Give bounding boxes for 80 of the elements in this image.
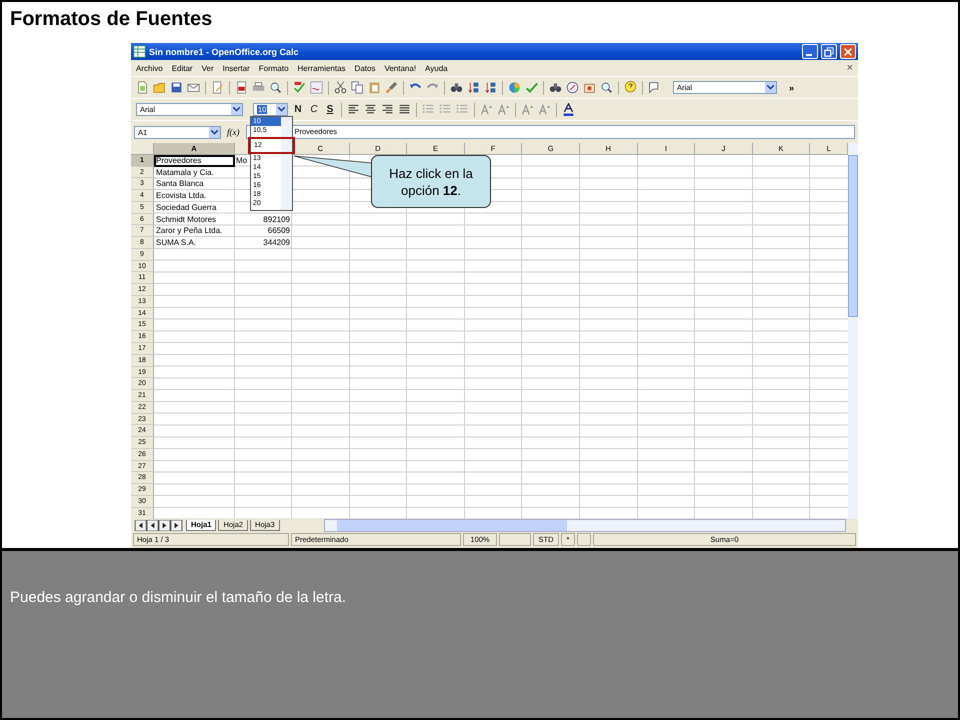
dropdown-arrow-icon — [765, 82, 776, 93]
table-cell-text: Schmidt Motores — [155, 214, 218, 226]
dropdown-arrow-icon — [209, 126, 220, 138]
font-grow-icon[interactable] — [521, 103, 534, 116]
table-cell-text: 344209 — [262, 237, 291, 249]
close-icon — [843, 46, 853, 56]
table-cell-text: Sociedad Guerra — [155, 202, 218, 214]
callout-tooltip: Haz click en la opción 12. — [371, 155, 491, 208]
minimize-button[interactable] — [802, 44, 818, 59]
format-button[interactable]: S — [324, 104, 336, 115]
table-cell-text: Santa Blanca — [155, 178, 205, 190]
table-cell: Proveedores — [154, 154, 235, 167]
restore-button[interactable] — [821, 44, 837, 59]
caption: Puedes agrandar o disminuir el tamaño de la letra. — [9, 588, 348, 606]
folder-icon[interactable] — [153, 81, 166, 94]
floppy-icon[interactable] — [170, 81, 183, 94]
menu-item[interactable]: Ver — [202, 64, 214, 72]
menu-item[interactable]: Datos — [354, 64, 376, 72]
status-field — [577, 533, 591, 546]
align-right-icon[interactable] — [381, 103, 394, 116]
scissors-icon[interactable] — [334, 81, 347, 94]
table-cell-text: SUMA S.A. — [155, 237, 198, 249]
window-title: Sin nombre1 - OpenOffice.org Calc — [149, 46, 299, 56]
status-field — [499, 533, 531, 546]
spellcheck-icon[interactable] — [293, 81, 306, 94]
menu-item[interactable]: Formato — [258, 64, 289, 72]
menu-item[interactable]: Insertar — [222, 64, 250, 72]
check-icon[interactable] — [525, 81, 538, 94]
function-wizard-button[interactable]: f(x) — [227, 127, 240, 137]
font-grow-icon[interactable] — [480, 103, 493, 116]
dropdown-arrow-icon — [276, 104, 287, 115]
table-cell-text: Mo — [235, 154, 248, 167]
sheet-navigation-icon[interactable] — [134, 520, 184, 531]
format-button[interactable]: C — [308, 104, 320, 115]
magnifier-icon[interactable] — [269, 81, 282, 94]
align-center-icon[interactable] — [364, 103, 377, 116]
envelope-icon[interactable] — [187, 81, 200, 94]
dropdown-arrow-icon — [231, 104, 242, 115]
sort-icon[interactable] — [467, 81, 480, 94]
pencil-document-icon[interactable] — [211, 81, 224, 94]
copy-icon[interactable] — [351, 81, 364, 94]
table-cell-text: 66509 — [266, 225, 291, 238]
horizontal-scrollbar[interactable] — [324, 519, 846, 532]
menu-item[interactable]: Herramientas — [298, 64, 346, 72]
sort-icon[interactable] — [484, 81, 497, 94]
table-cell-text: Matamala y Cia. — [155, 166, 215, 178]
close-button[interactable] — [840, 44, 856, 59]
menu-item[interactable]: Archivo — [136, 64, 163, 72]
table-cell-text: 892109 — [262, 214, 291, 226]
slide-title: Formatos de Fuentes — [9, 7, 214, 32]
font-grow-icon[interactable] — [497, 103, 510, 116]
minimize-icon — [806, 54, 812, 56]
menu-item[interactable]: Editar — [172, 64, 193, 72]
format-button[interactable]: N — [292, 104, 304, 115]
menu-item[interactable]: Ventana! — [384, 64, 416, 72]
draw-icon[interactable] — [648, 81, 661, 94]
dropdown-scrollbar[interactable] — [281, 117, 292, 210]
restore-icon — [824, 46, 834, 56]
help-bubble-icon[interactable] — [624, 81, 637, 94]
font-grow-icon[interactable] — [538, 103, 551, 116]
document-icon[interactable] — [136, 81, 149, 94]
clipboard-icon[interactable] — [368, 81, 381, 94]
magnifier-icon[interactable] — [600, 81, 613, 94]
font-color-icon[interactable] — [562, 103, 575, 116]
spreadsheet-icon — [133, 45, 146, 58]
align-left-icon[interactable] — [347, 103, 360, 116]
pie-chart-icon[interactable] — [508, 81, 521, 94]
vertical-scrollbar[interactable] — [848, 143, 858, 519]
table-cell-text: Ecovista Ltda. — [155, 190, 208, 202]
compass-icon[interactable] — [566, 81, 579, 94]
binoculars-icon[interactable] — [549, 81, 562, 94]
close-document-button[interactable]: × — [846, 62, 853, 74]
justify-icon[interactable] — [398, 103, 411, 116]
menu-item[interactable]: Ayuda — [425, 64, 448, 72]
printer-icon[interactable] — [252, 81, 265, 94]
table-cell-text: Zaror y Peña Ltda. — [155, 225, 224, 238]
pdf-icon[interactable] — [235, 81, 248, 94]
brush-icon[interactable] — [385, 81, 398, 94]
toolbar-overflow-button[interactable]: » — [789, 82, 794, 92]
binoculars-icon[interactable] — [450, 81, 463, 94]
